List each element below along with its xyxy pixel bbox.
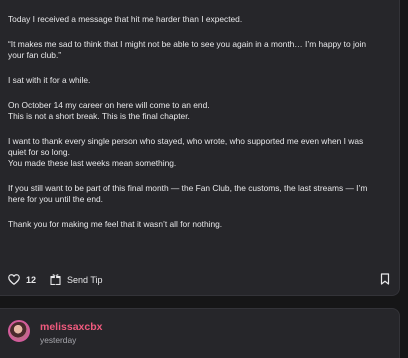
post-paragraph-7: Thank you for making me feel that it was… [8,219,396,230]
bookmark-icon [380,273,390,287]
post-line: here for you until the end. [8,194,103,204]
send-tip-label: Send Tip [67,275,103,285]
bookmark-button[interactable] [380,273,390,287]
post-line: If you still want to be part of this fin… [8,183,368,193]
post-body: Today I received a message that hit me h… [8,14,396,244]
post-paragraph-1: Today I received a message that hit me h… [8,14,396,25]
heart-icon [8,273,20,287]
post-line: “It makes me sad to think that I might n… [8,39,366,49]
post-line: I sat with it for a while. [8,75,91,85]
post-actions: 12 Send Tip [8,272,390,288]
post-line: I want to thank every single person who … [8,136,364,146]
comment-timestamp: yesterday [40,335,77,345]
send-tip-button[interactable]: Send Tip [50,273,103,287]
post-paragraph-2: “It makes me sad to think that I might n… [8,39,396,61]
post-line: On October 14 my career on here will com… [8,100,210,110]
like-button[interactable]: 12 [8,273,37,287]
post-card: Today I received a message that hit me h… [0,0,400,296]
post-line: your fan club.” [8,50,62,60]
post-line: This is not a short break. This is the f… [8,111,190,121]
like-count: 12 [26,275,37,285]
post-paragraph-6: If you still want to be part of this fin… [8,183,396,205]
post-paragraph-4: On October 14 my career on here will com… [8,100,396,122]
comment-card: melissaxcbx yesterday [0,308,400,358]
avatar[interactable] [8,320,30,342]
gift-icon [50,273,61,287]
post-paragraph-3: I sat with it for a while. [8,75,396,86]
post-line: Thank you for making me feel that it was… [8,219,223,229]
post-line: You made these last weeks mean something… [8,158,177,168]
post-line: quiet for so long. [8,147,70,157]
post-paragraph-5: I want to thank every single person who … [8,136,396,169]
post-line: Today I received a message that hit me h… [8,14,243,24]
comment-username[interactable]: melissaxcbx [40,321,102,333]
